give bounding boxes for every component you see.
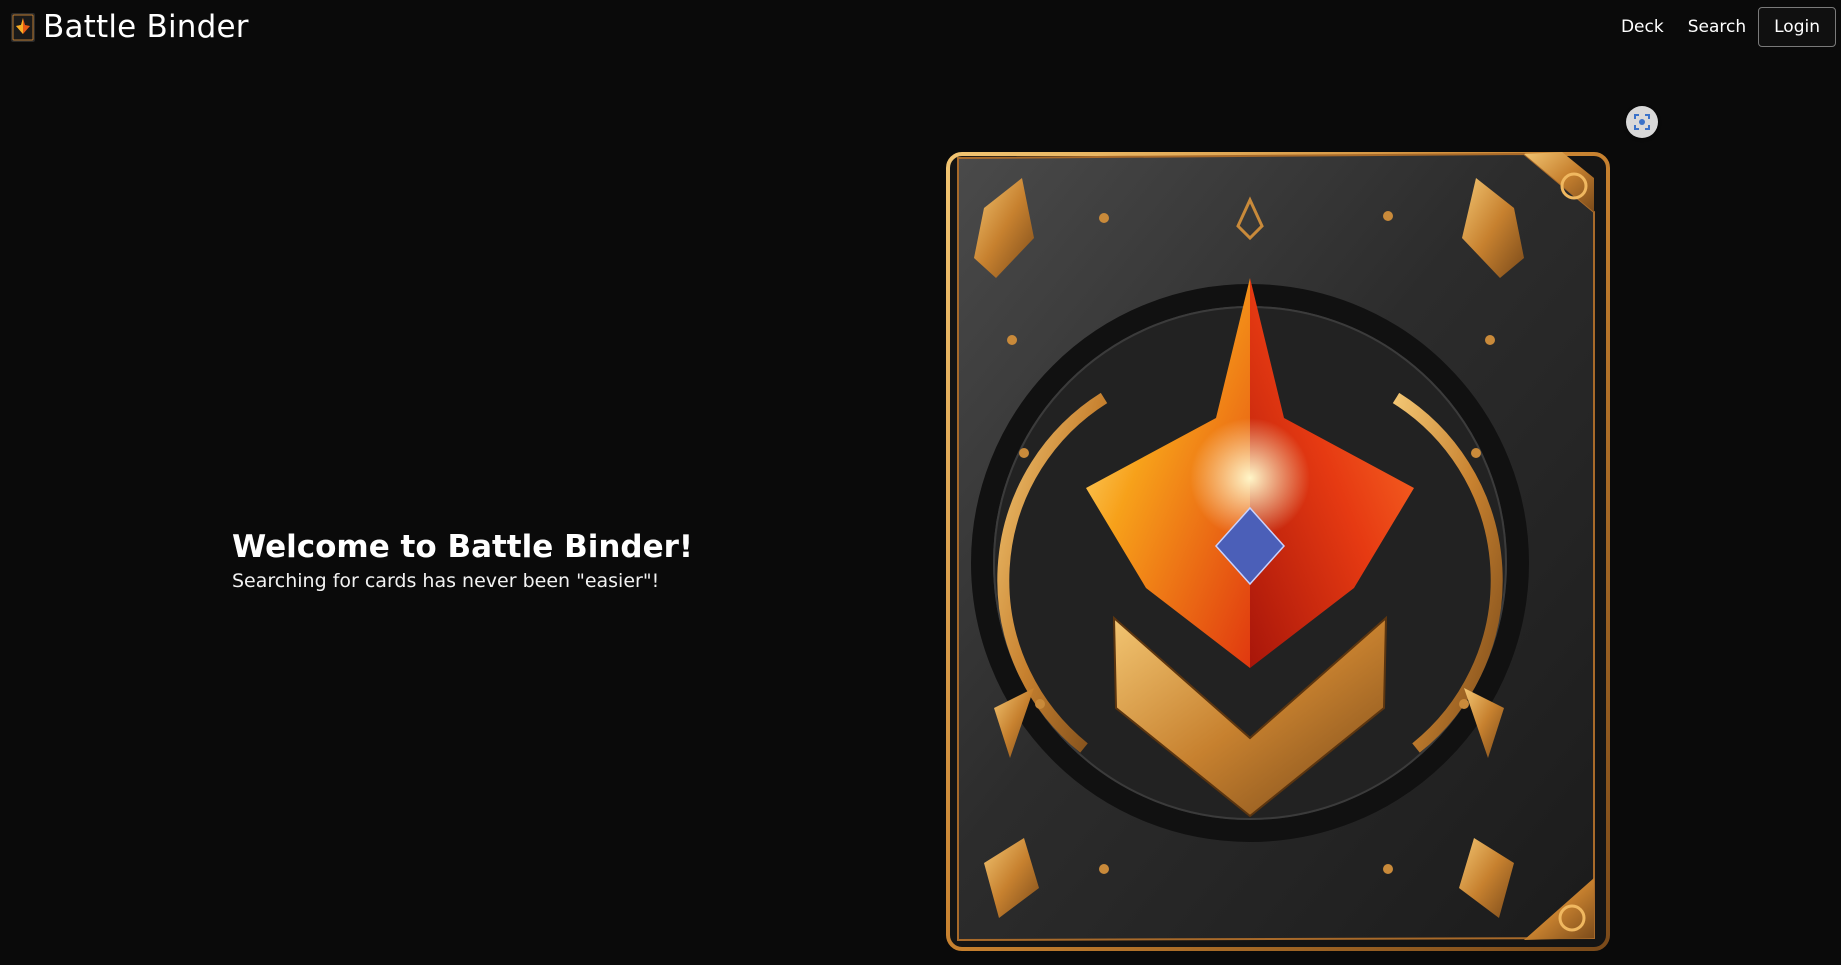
binder-cover-image [946,152,1610,951]
battle-binder-logo-icon [11,12,35,42]
brand-link[interactable]: Battle Binder [11,9,249,45]
visual-search-lens-icon[interactable] [1626,106,1658,138]
navbar: Battle Binder Deck Search Login [0,0,1841,54]
hero-subtitle: Searching for cards has never been "easi… [232,570,660,592]
nav-links: Deck Search Login [1621,7,1836,47]
page: Battle Binder Deck Search Login Welcome … [0,0,1841,967]
nav-search-link[interactable]: Search [1688,17,1746,37]
nav-deck-link[interactable]: Deck [1621,17,1664,37]
hero-section: Welcome to Battle Binder! Searching for … [232,527,693,593]
lens-icon [1634,114,1650,130]
hero-title: Welcome to Battle Binder! [232,529,694,565]
brand-title: Battle Binder [43,9,249,45]
login-button[interactable]: Login [1758,7,1836,47]
